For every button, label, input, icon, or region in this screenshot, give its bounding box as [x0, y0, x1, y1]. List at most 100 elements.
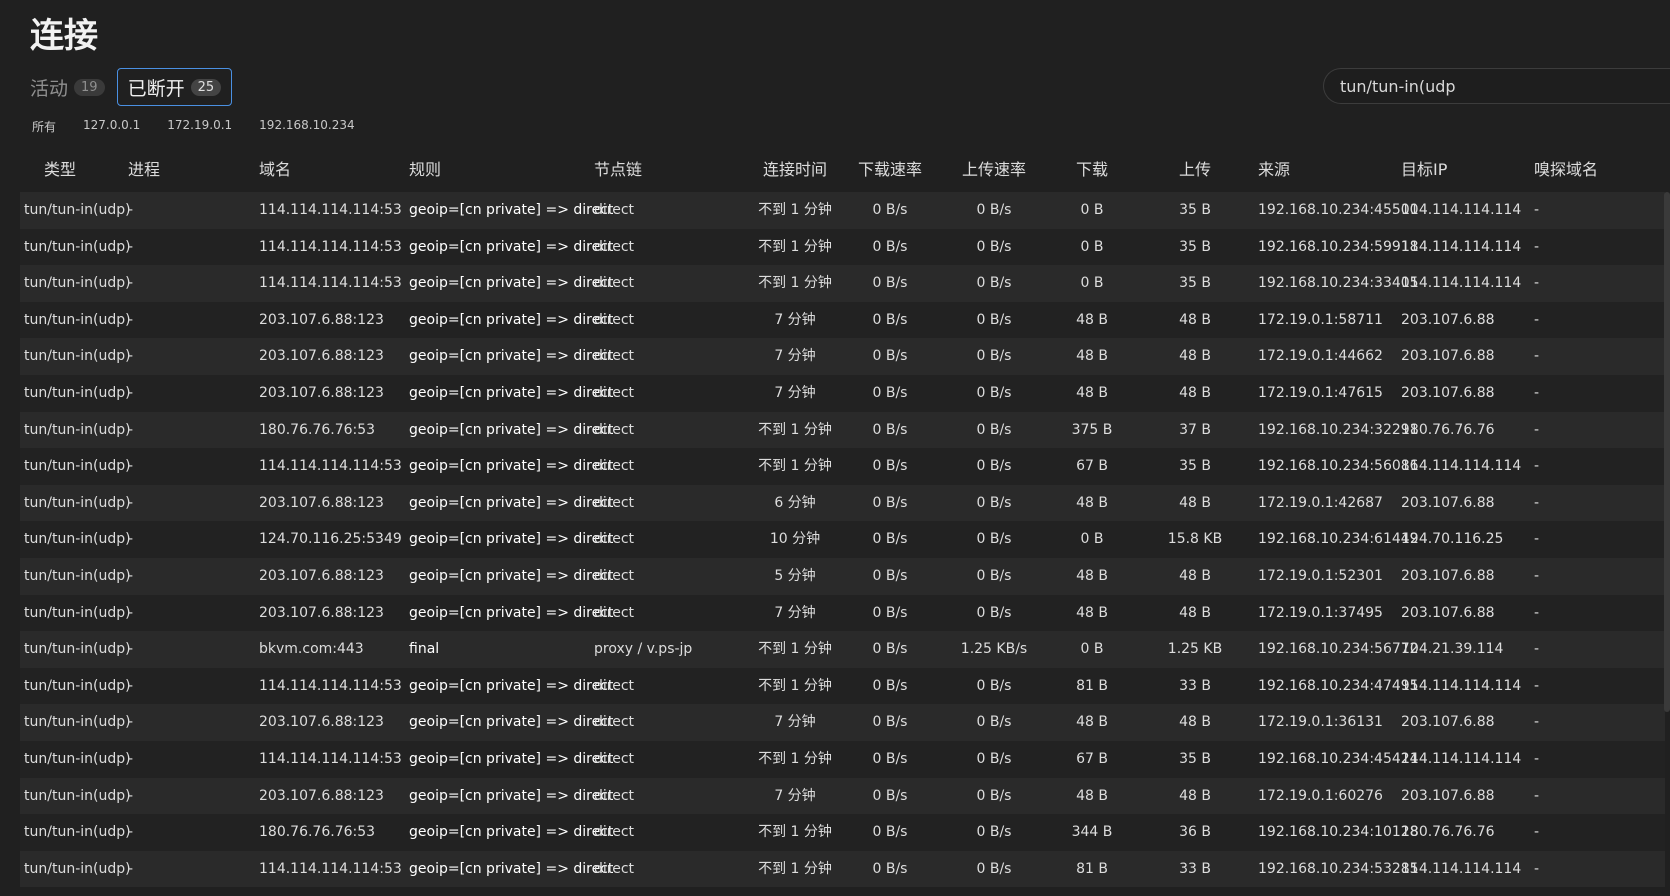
- column-header-download[interactable]: 下载: [1052, 152, 1132, 188]
- column-header-sniff-host[interactable]: 嗅探域名: [1534, 152, 1598, 188]
- cell-download: 48 B: [1076, 604, 1108, 621]
- cell-destination-ip: 203.107.6.88: [1401, 787, 1495, 804]
- cell-download-speed: 0 B/s: [872, 311, 908, 328]
- table-row[interactable]: tun/tun-in(udp) -114.114.114.114:53 geoip=…: [20, 850, 1665, 888]
- cell-sniff-host: -: [1534, 641, 1540, 658]
- cell-upload-speed: 0 B/s: [976, 824, 1012, 841]
- table-row[interactable]: tun/tun-in(udp) -203.107.6.88:123 geoip=[c…: [20, 594, 1665, 632]
- filter-source-ip[interactable]: 127.0.0.1: [83, 118, 140, 136]
- table-row[interactable]: tun/tun-in(udp) -203.107.6.88:123 geoip=[c…: [20, 374, 1665, 412]
- cell-host: 203.107.6.88:123: [259, 494, 384, 511]
- cell-host: 203.107.6.88:123: [259, 787, 384, 804]
- table-scrollbar[interactable]: [1664, 192, 1670, 712]
- cell-download: 67 B: [1076, 458, 1108, 475]
- table-row[interactable]: tun/tun-in(udp) -203.107.6.88:123 geoip=[c…: [20, 484, 1665, 522]
- search-input[interactable]: [1323, 68, 1670, 104]
- cell-sniff-host: -: [1534, 494, 1540, 511]
- column-header-chain[interactable]: 节点链: [594, 152, 642, 188]
- cell-host: 203.107.6.88:123: [259, 567, 384, 584]
- table-row[interactable]: tun/tun-in(udp) -114.114.114.114:53 geoip=…: [20, 192, 1665, 229]
- cell-upload-speed: 0 B/s: [976, 677, 1012, 694]
- cell-download: 81 B: [1076, 677, 1108, 694]
- table-row[interactable]: tun/tun-in(udp) -180.76.76.76:53 geoip=[cn…: [20, 814, 1665, 851]
- cell-type: tun/tun-in(udp): [24, 458, 131, 475]
- table-row[interactable]: tun/tun-in(udp) -114.114.114.114:53 geoip=…: [20, 228, 1665, 266]
- cell-source: 172.19.0.1:44662: [1258, 348, 1383, 365]
- column-header-type[interactable]: 类型: [44, 152, 76, 188]
- cell-destination-ip: 114.114.114.114: [1401, 458, 1522, 475]
- cell-upload-speed: 0 B/s: [976, 787, 1012, 804]
- cell-process: -: [128, 494, 134, 511]
- tab-active-connections[interactable]: 活动 19: [30, 69, 109, 105]
- cell-upload-speed: 0 B/s: [976, 311, 1012, 328]
- cell-source: 192.168.10.234:47495: [1258, 677, 1419, 694]
- table-row[interactable]: tun/tun-in(udp) -203.107.6.88:123 geoip=[c…: [20, 704, 1665, 741]
- column-header-host[interactable]: 域名: [259, 152, 291, 188]
- cell-sniff-host: -: [1534, 238, 1540, 255]
- column-header-destination-ip[interactable]: 目标IP: [1401, 152, 1447, 188]
- cell-download-speed: 0 B/s: [872, 421, 908, 438]
- cell-upload: 35 B: [1179, 458, 1211, 475]
- cell-download-speed: 0 B/s: [872, 750, 908, 767]
- cell-process: -: [128, 311, 134, 328]
- filter-source-ip[interactable]: 172.19.0.1: [167, 118, 232, 136]
- cell-chain: direct: [594, 348, 635, 365]
- filter-source-ip[interactable]: 192.168.10.234: [259, 118, 354, 136]
- filter-all[interactable]: 所有: [32, 118, 56, 136]
- cell-host: 203.107.6.88:123: [259, 311, 384, 328]
- cell-rule: geoip=[cn private] => direct: [409, 750, 614, 767]
- table-row[interactable]: tun/tun-in(udp) -114.114.114.114:53 geoip=…: [20, 667, 1665, 705]
- cell-destination-ip: 114.114.114.114: [1401, 275, 1522, 292]
- cell-upload: 35 B: [1179, 238, 1211, 255]
- cell-rule: geoip=[cn private] => direct: [409, 275, 614, 292]
- cell-source: 192.168.10.234:45500: [1258, 202, 1419, 218]
- cell-process: -: [128, 202, 134, 218]
- column-header-source[interactable]: 来源: [1258, 152, 1290, 188]
- cell-source: 192.168.10.234:53285: [1258, 860, 1419, 877]
- column-header-rule[interactable]: 规则: [409, 152, 441, 188]
- table-row[interactable]: tun/tun-in(udp) -203.107.6.88:123 geoip=[c…: [20, 777, 1665, 815]
- table-row[interactable]: tun/tun-in(udp) -114.114.114.114:53 geoip=…: [20, 265, 1665, 302]
- cell-sniff-host: -: [1534, 787, 1540, 804]
- column-header-download-speed[interactable]: 下载速率: [840, 152, 940, 188]
- cell-host: 114.114.114.114:53: [259, 458, 402, 475]
- table-row[interactable]: tun/tun-in(udp) -203.107.6.88:123 geoip=[c…: [20, 338, 1665, 375]
- table-row[interactable]: tun/tun-in(udp) -114.114.114.114:53 geoip=…: [20, 448, 1665, 485]
- cell-upload: 35 B: [1179, 202, 1211, 218]
- cell-download: 344 B: [1071, 824, 1113, 841]
- cell-source: 172.19.0.1:60276: [1258, 787, 1383, 804]
- cell-destination-ip: 203.107.6.88: [1401, 604, 1495, 621]
- cell-chain: direct: [594, 238, 635, 255]
- cell-host: 124.70.116.25:5349: [259, 531, 402, 548]
- table-row[interactable]: tun/tun-in(udp) -114.114.114.114:53 geoip=…: [20, 740, 1665, 778]
- table-row[interactable]: tun/tun-in(udp) -180.76.76.76:53 geoip=[cn…: [20, 411, 1665, 449]
- cell-upload: 35 B: [1179, 275, 1211, 292]
- column-header-process[interactable]: 进程: [128, 152, 160, 188]
- table-row[interactable]: tun/tun-in(udp) -203.107.6.88:123 geoip=[c…: [20, 301, 1665, 339]
- cell-upload: 48 B: [1179, 384, 1211, 401]
- cell-process: -: [128, 824, 134, 841]
- cell-upload-speed: 0 B/s: [976, 531, 1012, 548]
- column-header-upload[interactable]: 上传: [1155, 152, 1235, 188]
- cell-upload: 36 B: [1179, 824, 1211, 841]
- cell-download-speed: 0 B/s: [872, 458, 908, 475]
- cell-chain: direct: [594, 458, 635, 475]
- tab-closed-connections[interactable]: 已断开 25: [116, 68, 233, 106]
- cell-rule: geoip=[cn private] => direct: [409, 677, 614, 694]
- cell-download-speed: 0 B/s: [872, 275, 908, 292]
- cell-sniff-host: -: [1534, 677, 1540, 694]
- cell-destination-ip: 114.114.114.114: [1401, 238, 1522, 255]
- table-row[interactable]: tun/tun-in(udp) -203.107.6.88:123 geoip=[c…: [20, 557, 1665, 595]
- table-row[interactable]: tun/tun-in(udp) -124.70.116.25:5349 geoip=…: [20, 521, 1665, 558]
- cell-process: -: [128, 860, 134, 877]
- table-row[interactable]: tun/tun-in(udp) - bkvm.com:443 final proxy /…: [20, 631, 1665, 668]
- cell-process: -: [128, 421, 134, 438]
- cell-download: 0 B: [1080, 531, 1104, 548]
- tab-label: 已断开: [127, 77, 185, 100]
- column-header-upload-speed[interactable]: 上传速率: [942, 152, 1046, 188]
- cell-destination-ip: 203.107.6.88: [1401, 714, 1495, 731]
- cell-upload: 37 B: [1179, 421, 1211, 438]
- cell-download: 48 B: [1076, 494, 1108, 511]
- cell-source: 192.168.10.234:61449: [1258, 531, 1419, 548]
- cell-chain: direct: [594, 202, 635, 218]
